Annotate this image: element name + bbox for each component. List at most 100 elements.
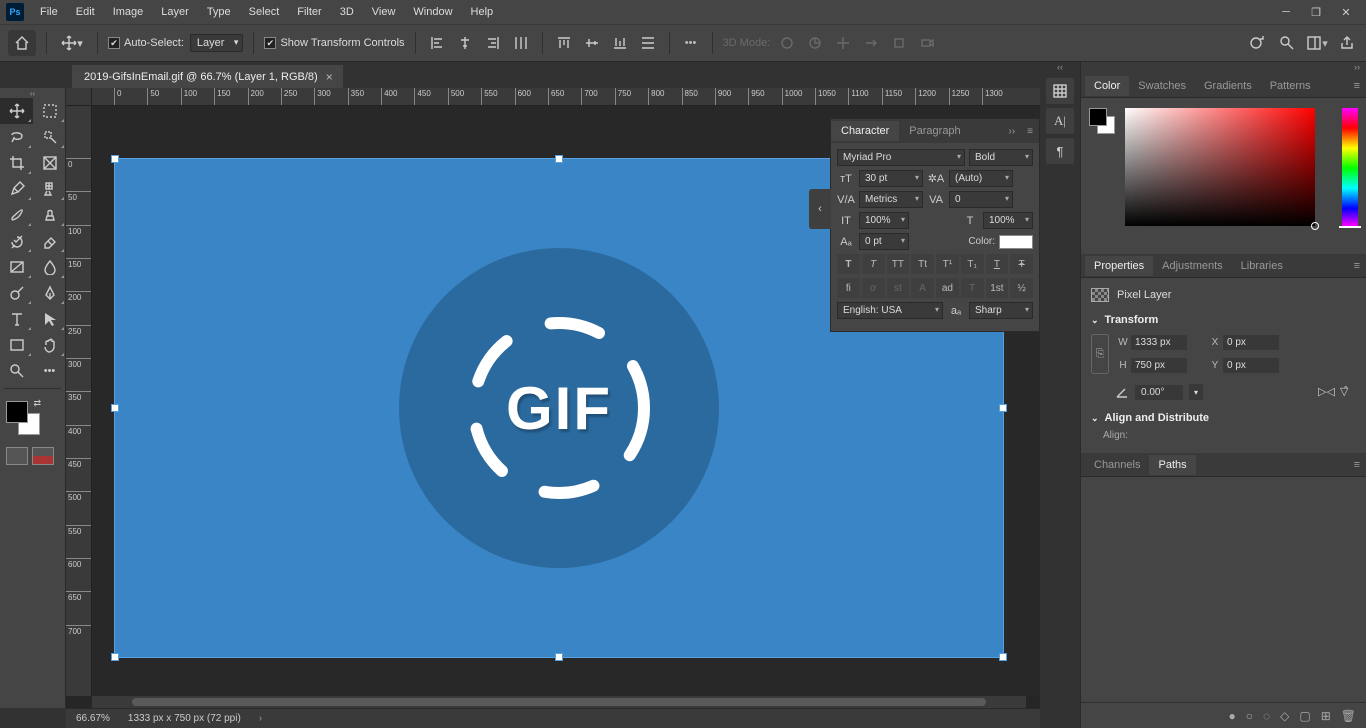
eyedropper-tool[interactable] (0, 176, 33, 202)
width-field[interactable]: 1333 px (1131, 335, 1187, 350)
swap-colors-icon[interactable]: ⇄ (33, 398, 41, 409)
character-panel-menu-icon[interactable]: ≡ (1021, 126, 1039, 137)
collapsed-glyphs-panel-icon[interactable] (1046, 78, 1074, 104)
font-size-field[interactable]: 30 pt (859, 170, 923, 187)
rectangle-tool[interactable] (0, 332, 33, 358)
superscript-button[interactable]: T¹ (936, 254, 959, 274)
color-panel-swatch[interactable] (1089, 108, 1115, 134)
collapsed-paragraph-panel-icon[interactable]: ¶ (1046, 138, 1074, 164)
color-panel-menu-icon[interactable]: ≡ (1354, 80, 1360, 92)
paths-panel-menu-icon[interactable]: ≡ (1354, 459, 1360, 471)
menu-image[interactable]: Image (105, 3, 152, 21)
tab-patterns[interactable]: Patterns (1261, 76, 1320, 96)
menu-layer[interactable]: Layer (153, 3, 197, 21)
search-icon[interactable] (1276, 32, 1298, 54)
antialias-dropdown[interactable]: Sharp (969, 302, 1033, 319)
baseline-shift-field[interactable]: 0 pt (859, 233, 909, 250)
align-top-edges-icon[interactable] (553, 32, 575, 54)
crop-tool[interactable] (0, 150, 33, 176)
tab-swatches[interactable]: Swatches (1129, 76, 1195, 96)
pen-tool[interactable] (33, 280, 66, 306)
dock-rail-collapse-icon[interactable]: ‹‹ (1057, 62, 1063, 74)
type-tool[interactable] (0, 306, 33, 332)
titling-alternates-button[interactable]: T (961, 278, 984, 298)
window-close[interactable]: ✕ (1332, 2, 1360, 22)
path-selection-tool[interactable] (33, 306, 66, 332)
rotation-dropdown[interactable]: ▾ (1189, 384, 1203, 400)
font-weight-dropdown[interactable]: Bold (969, 149, 1033, 166)
foreground-background-swatch[interactable]: ⇄ (0, 393, 65, 443)
faux-italic-button[interactable]: T (862, 254, 885, 274)
right-dock-collapse-icon[interactable]: ›› (1081, 62, 1366, 74)
auto-select-checkbox[interactable]: ✔Auto-Select: (108, 37, 184, 49)
ligatures-button[interactable]: fi (837, 278, 860, 298)
more-align-icon[interactable]: ••• (680, 32, 702, 54)
character-panel-collapse[interactable]: ›› (1002, 126, 1021, 137)
distribute-vertical-icon[interactable] (637, 32, 659, 54)
zoom-level[interactable]: 66.67% (76, 713, 110, 724)
auto-select-dropdown[interactable]: Layer (190, 34, 244, 52)
faux-bold-button[interactable]: T (837, 254, 860, 274)
menu-type[interactable]: Type (199, 3, 239, 21)
quick-mask-mode-icon[interactable] (32, 447, 54, 465)
vertical-scale-field[interactable]: 100% (859, 212, 909, 229)
x-field[interactable]: 0 px (1223, 335, 1279, 350)
ruler-origin[interactable] (66, 88, 92, 106)
leading-field[interactable]: (Auto) (949, 170, 1013, 187)
strikethrough-button[interactable]: Ŧ (1010, 254, 1033, 274)
kerning-field[interactable]: Metrics (859, 191, 923, 208)
gradient-tool[interactable] (0, 254, 33, 280)
align-left-edges-icon[interactable] (426, 32, 448, 54)
share-icon[interactable] (1336, 32, 1358, 54)
quick-selection-tool[interactable] (33, 124, 66, 150)
fractions-button[interactable]: ½ (1010, 278, 1033, 298)
menu-view[interactable]: View (364, 3, 404, 21)
menu-edit[interactable]: Edit (68, 3, 103, 21)
edit-toolbar-icon[interactable]: ••• (33, 358, 66, 384)
y-field[interactable]: 0 px (1223, 358, 1279, 373)
make-work-path-icon[interactable]: ◇ (1280, 709, 1289, 723)
new-path-icon[interactable]: ⊞ (1321, 709, 1331, 723)
discretionary-ligatures-button[interactable]: st (887, 278, 910, 298)
window-restore[interactable]: ❐ (1302, 2, 1330, 22)
vertical-ruler[interactable]: 0501001502002503003504004505005506006507… (66, 106, 92, 696)
character-panel-collapse-icon[interactable]: ‹ (809, 189, 831, 229)
transform-section-header[interactable]: ⌄Transform (1091, 310, 1356, 330)
brush-tool[interactable] (0, 202, 33, 228)
history-brush-tool[interactable] (0, 228, 33, 254)
blur-tool[interactable] (33, 254, 66, 280)
tab-gradients[interactable]: Gradients (1195, 76, 1261, 96)
standard-mode-icon[interactable] (6, 447, 28, 465)
ordinals-button[interactable]: 1st (986, 278, 1009, 298)
clone-stamp-tool[interactable] (33, 202, 66, 228)
workspace-switcher-icon[interactable]: ▾ (1306, 32, 1328, 54)
cloud-docs-icon[interactable] (1246, 32, 1268, 54)
flip-vertical-icon[interactable]: ▽̂ (1340, 385, 1356, 399)
dodge-tool[interactable] (0, 280, 33, 306)
contextual-alternates-button[interactable]: ơ (862, 278, 885, 298)
small-caps-button[interactable]: Tt (911, 254, 934, 274)
menu-file[interactable]: File (32, 3, 66, 21)
status-bar-menu-icon[interactable]: › (259, 713, 262, 724)
lasso-tool[interactable] (0, 124, 33, 150)
rectangular-marquee-tool[interactable] (33, 98, 66, 124)
subscript-button[interactable]: T₁ (961, 254, 984, 274)
rotation-field[interactable]: 0.00° (1135, 385, 1183, 400)
tab-libraries[interactable]: Libraries (1232, 256, 1292, 276)
saturation-brightness-field[interactable] (1125, 108, 1315, 226)
menu-3d[interactable]: 3D (332, 3, 362, 21)
tab-paths[interactable]: Paths (1149, 455, 1195, 475)
tracking-field[interactable]: 0 (949, 191, 1013, 208)
menu-select[interactable]: Select (241, 3, 288, 21)
stroke-path-icon[interactable]: ○ (1246, 709, 1253, 723)
tab-color[interactable]: Color (1085, 76, 1129, 96)
window-minimize[interactable]: ─ (1272, 2, 1300, 22)
show-transform-checkbox[interactable]: ✔Show Transform Controls (264, 37, 404, 49)
eraser-tool[interactable] (33, 228, 66, 254)
language-dropdown[interactable]: English: USA (837, 302, 943, 319)
align-vertical-centers-icon[interactable] (581, 32, 603, 54)
collapsed-character-panel-icon[interactable]: A| (1046, 108, 1074, 134)
align-horizontal-centers-icon[interactable] (454, 32, 476, 54)
link-dimensions-icon[interactable]: ⎘ (1091, 334, 1109, 374)
menu-window[interactable]: Window (405, 3, 460, 21)
